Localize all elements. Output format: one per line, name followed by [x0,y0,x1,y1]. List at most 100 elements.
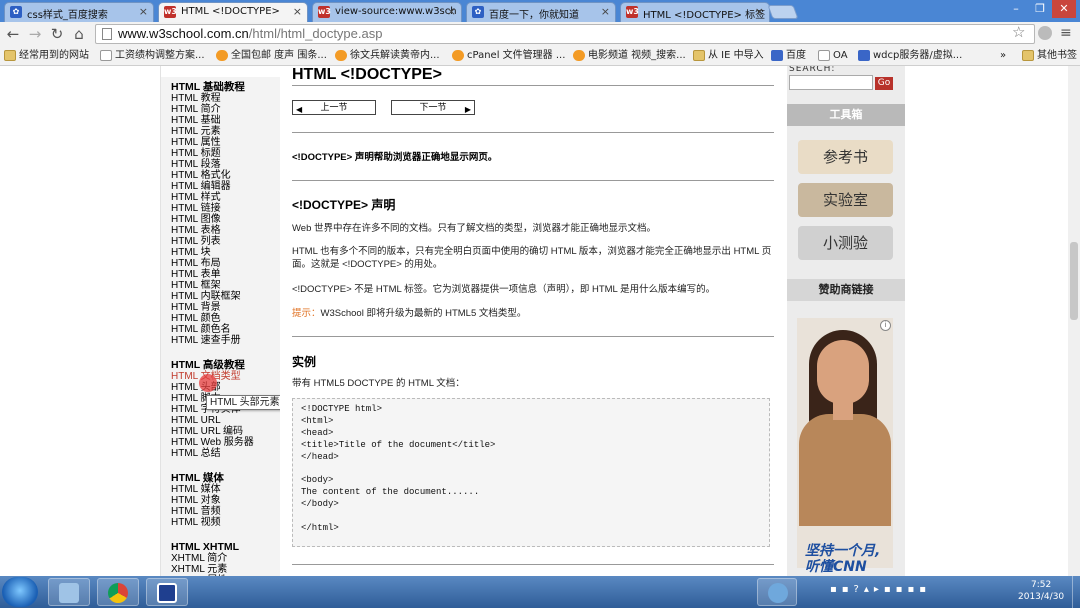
tab-baidu-home[interactable]: ✿ 百度一下，你就知道 × [466,2,616,22]
bookmark-item[interactable]: cPanel 文件管理器 ... [452,49,570,63]
ad-photo-face [817,340,869,404]
close-icon[interactable]: × [601,5,610,18]
show-desktop-button[interactable] [1072,576,1080,608]
address-bar[interactable]: www.w3school.com.cn/html/html_doctype.as… [95,24,1035,44]
scrollbar[interactable] [1068,66,1080,576]
bookmark-item[interactable]: 经常用到的网站 [4,49,98,63]
bookmark-item[interactable]: 从 IE 中导入 [693,49,768,63]
page-icon: ✿ [472,6,484,18]
close-icon[interactable]: × [139,5,148,18]
sidebar-link[interactable]: HTML 表单 [161,269,280,280]
sidebar-link[interactable]: HTML 颜色名 [161,324,280,335]
sidebar-link[interactable]: HTML 速查手册 [161,335,280,346]
start-button[interactable] [2,577,38,607]
close-window-button[interactable]: ✕ [1052,0,1076,18]
tab-view-source[interactable]: w3 view-source:www.w3sch × [312,2,462,22]
other-bookmarks[interactable]: 其他书签 [1022,49,1080,63]
sponsor-heading: 赞助商链接 [787,279,905,301]
home-icon[interactable]: ⌂ [70,25,88,43]
sidebar-link[interactable]: HTML 基础 [161,115,280,126]
taskbar-pinned[interactable] [757,578,797,606]
sidebar-link[interactable]: HTML 简介 [161,104,280,115]
bookmark-item[interactable]: 工资绩构调整方案... [100,49,214,63]
sidebar-link[interactable]: HTML 格式化 [161,170,280,181]
taskbar-chrome[interactable] [97,578,139,606]
sidebar-link[interactable]: HTML 列表 [161,236,280,247]
taskbar-app[interactable] [146,578,188,606]
bookmark-star-icon[interactable]: ☆ [1012,23,1025,41]
maximize-button[interactable]: ❐ [1028,0,1052,18]
sidebar-link[interactable]: HTML 表格 [161,225,280,236]
sidebar-link[interactable]: HTML 总结 [161,448,280,459]
new-tab-button[interactable] [767,5,799,19]
baidu-icon [771,50,783,61]
page-icon [100,50,112,61]
tab-title: css样式_百度搜索 [27,10,108,21]
minimize-button[interactable]: – [1004,0,1028,18]
sidebar-link[interactable]: HTML 布局 [161,258,280,269]
tab-baidu-search[interactable]: ✿ css样式_百度搜索 × [4,2,154,22]
bookmark-item[interactable]: OA [818,49,854,63]
sidebar-link[interactable]: HTML 视频 [161,517,280,528]
close-icon[interactable]: × [293,5,302,18]
clock[interactable]: 7:52 2013/4/30 [1018,579,1064,603]
sidebar-link[interactable]: HTML 框架 [161,280,280,291]
taskbar-explorer[interactable] [48,578,90,606]
sidebar-link[interactable]: HTML 媒体 [161,484,280,495]
sidebar-link[interactable]: HTML 编辑器 [161,181,280,192]
paragraph: Web 世界中存在许多不同的文档。只有了解文档的类型，浏览器才能正确地显示文档。 [292,223,657,234]
sidebar-link[interactable]: HTML 背景 [161,302,280,313]
close-icon[interactable]: × [755,5,764,18]
prev-section-button[interactable]: ◀ 上一节 [292,100,376,115]
sidebar-link[interactable]: HTML 图像 [161,214,280,225]
bookmark-item[interactable]: 全国包邮 度声 围条... [216,49,330,63]
sidebar-link[interactable]: HTML 颜色 [161,313,280,324]
search-input[interactable] [789,75,873,90]
bookmark-item[interactable]: 徐文兵解读黄帝内... [335,49,449,63]
sidebar-link[interactable]: HTML 样式 [161,192,280,203]
sidebar-link[interactable]: HTML 属性 [161,137,280,148]
next-section-button[interactable]: 下一节 ▶ [391,100,475,115]
extension-icon[interactable] [1038,26,1052,40]
menu-icon[interactable]: ≡ [1060,25,1072,41]
sidebar-link[interactable]: HTML 链接 [161,203,280,214]
sidebar-link[interactable]: HTML URL 编码 [161,426,280,437]
lab-button[interactable]: 实验室 [798,183,893,217]
sidebar-link[interactable]: HTML 标题 [161,148,280,159]
forward-arrow-icon[interactable]: → [26,25,44,43]
sidebar-link[interactable]: XHTML 简介 [161,553,280,564]
sidebar-link[interactable]: HTML 对象 [161,495,280,506]
tab-title: HTML <!DOCTYPE> [181,6,280,17]
bookmark-label: 徐文兵解读黄帝内... [350,50,440,61]
sidebar-list-advanced: HTML 文档类型HTML 头部HTML 脚本HTML 字符实体HTML URL… [161,371,280,459]
sidebar-link[interactable]: HTML 块 [161,247,280,258]
tab-doctype-tag[interactable]: w3 HTML <!DOCTYPE> 标签 × [620,2,770,22]
bookmarks-overflow-button[interactable]: » [1000,49,1014,63]
bookmark-label: 经常用到的网站 [19,50,89,61]
sidebar-link[interactable]: HTML 段落 [161,159,280,170]
bookmark-item[interactable]: 百度 [771,49,813,63]
tab-html-doctype[interactable]: w3 HTML <!DOCTYPE> × [158,2,308,22]
advertisement-banner[interactable]: i [797,318,893,568]
reload-icon[interactable]: ↻ [48,25,66,43]
reference-button[interactable]: 参考书 [798,140,893,174]
bookmark-item[interactable]: 电影频道 视频_搜索... [573,49,691,63]
sidebar-link[interactable]: HTML 音频 [161,506,280,517]
sidebar-link[interactable]: XHTML 元素 [161,564,280,575]
sidebar-link[interactable]: HTML 内联框架 [161,291,280,302]
sidebar-link[interactable]: HTML 元素 [161,126,280,137]
go-button[interactable]: Go [875,77,893,90]
sidebar-link[interactable]: HTML URL [161,415,280,426]
system-tray[interactable]: ▪▪?▴▸▪▪▪▪ [830,584,931,595]
bookmark-item[interactable]: wdcp服务器/虚拟... [858,49,976,63]
info-icon[interactable]: i [880,320,891,331]
back-arrow-icon[interactable]: ← [4,25,22,43]
quiz-button[interactable]: 小测验 [798,226,893,260]
sidebar-link[interactable]: HTML Web 服务器 [161,437,280,448]
close-icon[interactable]: × [447,5,456,18]
sidebar-link[interactable]: HTML 头部 [161,382,280,393]
sidebar-link[interactable]: HTML 文档类型 [161,371,280,382]
scrollbar-thumb[interactable] [1070,242,1078,320]
sidebar-top-spacer [161,66,280,77]
sidebar-link[interactable]: HTML 教程 [161,93,280,104]
